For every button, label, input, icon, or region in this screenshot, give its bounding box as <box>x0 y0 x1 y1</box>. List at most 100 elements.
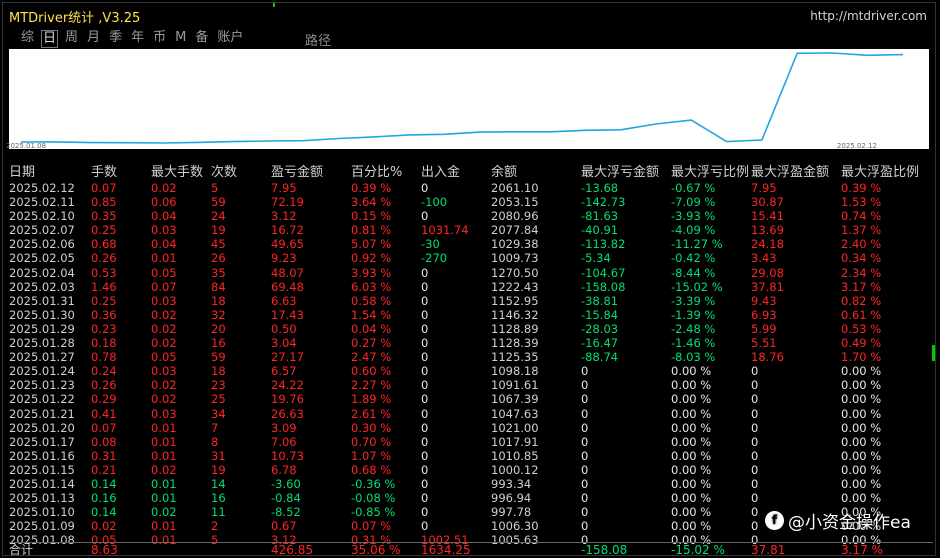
totals-cells: 合计 8.63 426.85 35.06 % 1634.25 -158.08 -15.02 … <box>9 543 933 557</box>
tab-1[interactable]: 日 <box>41 30 59 48</box>
tab-8[interactable]: 备 <box>193 30 210 48</box>
table-row[interactable]: 2025.02.03 1.46 0.07 84 69.48 6.03 % 0 1222.43 -… <box>9 280 933 294</box>
table-cell: -158.08 <box>581 279 626 294</box>
table-cell: 5.99 <box>751 321 777 336</box>
table-row[interactable]: 2025.01.23 0.26 0.02 23 24.22 2.27 % 0 1091.61 0… <box>9 378 933 392</box>
tab-9[interactable]: 账户 <box>215 30 245 48</box>
table-cell: 18 <box>211 293 226 308</box>
header-cell[interactable]: 出入金 <box>421 165 460 181</box>
table-cell: 23 <box>211 378 226 393</box>
table-row[interactable]: 2025.01.17 0.08 0.01 8 7.06 0.70 % 0 1017.91 0 0.… <box>9 435 933 449</box>
table-cell: -0.84 <box>271 491 301 506</box>
table-cell: 0.53 % <box>841 321 882 336</box>
table-cell: 0.04 <box>151 209 177 224</box>
table-row[interactable]: 2025.01.27 0.78 0.05 59 27.17 2.47 % 0 1125.35 -… <box>9 350 933 364</box>
tab-0[interactable]: 综 <box>19 30 36 48</box>
table-cell: 59 <box>211 195 226 210</box>
table-cell: 26.63 <box>271 406 304 421</box>
table-row[interactable]: 2025.02.05 0.26 0.01 26 9.23 0.92 % -270 1009.7… <box>9 251 933 265</box>
tab-6[interactable]: 币 <box>151 30 168 48</box>
table-row[interactable]: 2025.02.06 0.68 0.04 45 49.65 5.07 % -30 1029.3… <box>9 237 933 251</box>
tab-3[interactable]: 月 <box>85 30 102 48</box>
table-row[interactable]: 2025.01.30 0.36 0.02 32 17.43 1.54 % 0 1146.32 -… <box>9 308 933 322</box>
table-row[interactable]: 2025.02.10 0.35 0.04 24 3.12 0.15 % 0 2080.96 -8… <box>9 209 933 223</box>
table-cell: 0.03 <box>151 406 177 421</box>
tab-2[interactable]: 周 <box>63 30 80 48</box>
table-cell: -100 <box>421 195 448 210</box>
table-cell: 0.01 <box>151 519 177 534</box>
table-cell: -15.84 <box>581 307 619 322</box>
table-cell: 18.76 <box>751 350 784 365</box>
f-icon: f <box>765 511 784 530</box>
table-cell: 1021.00 <box>491 420 539 435</box>
table-cell: -2.48 % <box>671 321 716 336</box>
header-cell[interactable]: 日期 <box>9 165 35 181</box>
header-cell[interactable]: 手数 <box>91 165 117 181</box>
table-row[interactable]: 2025.01.14 0.14 0.01 14 -3.60 -0.36 % 0 993.34 0… <box>9 477 933 491</box>
table-cell: -1.46 % <box>671 336 716 351</box>
table-cell: 18 <box>211 364 226 379</box>
table-row[interactable]: 2025.02.12 0.07 0.02 5 7.95 0.39 % 0 2061.10 -13… <box>9 181 933 195</box>
header-cell[interactable]: 次数 <box>211 165 237 181</box>
table-cell: -4.09 % <box>671 223 716 238</box>
table-row[interactable]: 2025.01.15 0.21 0.02 19 6.78 0.68 % 0 1000.12 0 0… <box>9 463 933 477</box>
table-cell: 0 <box>421 406 429 421</box>
period-tabs: 综日周月季年币 M 备账户 <box>19 30 245 48</box>
table-cell: 2.40 % <box>841 237 882 252</box>
table-cell: 1031.74 <box>421 223 469 238</box>
header-cell[interactable]: 最大浮亏比例 <box>671 165 749 181</box>
table-cell: 0.24 <box>91 364 117 379</box>
table-cell: 72.19 <box>271 195 304 210</box>
table-cell: 2025.01.09 <box>9 519 75 534</box>
table-cell: 2.47 % <box>351 350 392 365</box>
table-row[interactable]: 2025.01.24 0.24 0.03 18 6.57 0.60 % 0 1098.18 0 0… <box>9 364 933 378</box>
table-cell: 0.07 <box>151 279 177 294</box>
table-cell: 2025.01.17 <box>9 434 75 449</box>
table-cell: 45 <box>211 237 226 252</box>
header-cell[interactable]: 盈亏金额 <box>271 165 323 181</box>
header-cell[interactable]: 最大浮盈金额 <box>751 165 829 181</box>
table-cell: -15.02 % <box>671 279 723 294</box>
header-cell[interactable]: 余额 <box>491 165 517 181</box>
table-cell: -30 <box>421 237 440 252</box>
table-row[interactable]: 2025.02.04 0.53 0.05 35 48.07 3.93 % 0 1270.50 -… <box>9 266 933 280</box>
table-cell: 0.00 % <box>671 364 712 379</box>
table-row[interactable]: 2025.02.11 0.85 0.06 59 72.19 3.64 % -100 2053.… <box>9 195 933 209</box>
table-cell: 0.00 % <box>671 392 712 407</box>
table-cell: 1146.32 <box>491 307 539 322</box>
table-cell: 0.14 <box>91 476 117 491</box>
header-cell[interactable]: 最大浮盈比例 <box>841 165 919 181</box>
table-cell: 9.43 <box>751 293 777 308</box>
table-row[interactable]: 2025.01.29 0.23 0.02 20 0.50 0.04 % 0 1128.89 -2… <box>9 322 933 336</box>
table-cell: 2.34 % <box>841 265 882 280</box>
table-cell: 0 <box>751 378 759 393</box>
table-row[interactable]: 2025.01.13 0.16 0.01 16 -0.84 -0.08 % 0 996.94 0… <box>9 491 933 505</box>
table-cell: 0 <box>581 476 589 491</box>
header-cell[interactable]: 最大手数 <box>151 165 203 181</box>
table-row[interactable]: 2025.01.20 0.07 0.01 7 3.09 0.30 % 0 1021.00 0 0.… <box>9 421 933 435</box>
table-row[interactable]: 2025.01.28 0.18 0.02 16 3.04 0.27 % 0 1128.39 -1… <box>9 336 933 350</box>
table-row[interactable]: 2025.01.16 0.31 0.01 31 10.73 1.07 % 0 1010.85 0… <box>9 449 933 463</box>
table-row[interactable]: 2025.02.07 0.25 0.03 19 16.72 0.81 % 1031.74 20… <box>9 223 933 237</box>
table-cell: 1.53 % <box>841 195 882 210</box>
table-cell: 0.00 % <box>671 434 712 449</box>
table-row[interactable]: 2025.01.22 0.29 0.02 25 19.76 1.89 % 0 1067.39 0… <box>9 392 933 406</box>
route-button[interactable]: 路径 <box>305 30 331 49</box>
table-cell: -113.82 <box>581 237 626 252</box>
tab-4[interactable]: 季 <box>107 30 124 48</box>
table-cell: -5.34 <box>581 251 611 266</box>
table-cell: 2061.10 <box>491 181 539 195</box>
header-cell[interactable]: 百分比% <box>351 165 402 181</box>
tab-5[interactable]: 年 <box>129 30 146 48</box>
table-cell: 0 <box>581 434 589 449</box>
header-cell[interactable]: 最大浮亏金额 <box>581 165 659 181</box>
table-row[interactable]: 2025.01.31 0.25 0.03 18 6.63 0.58 % 0 1152.95 -3… <box>9 294 933 308</box>
table-cell: 1270.50 <box>491 265 539 280</box>
table-cell: 0.36 <box>91 307 117 322</box>
table-cell: 0.18 <box>91 336 117 351</box>
table-cell: 2025.01.22 <box>9 392 75 407</box>
tab-7[interactable]: M <box>173 30 188 48</box>
site-link[interactable]: http://mtdriver.com <box>810 9 927 23</box>
table-cell: 0.50 <box>271 321 297 336</box>
table-row[interactable]: 2025.01.21 0.41 0.03 34 26.63 2.61 % 0 1047.63 0… <box>9 407 933 421</box>
